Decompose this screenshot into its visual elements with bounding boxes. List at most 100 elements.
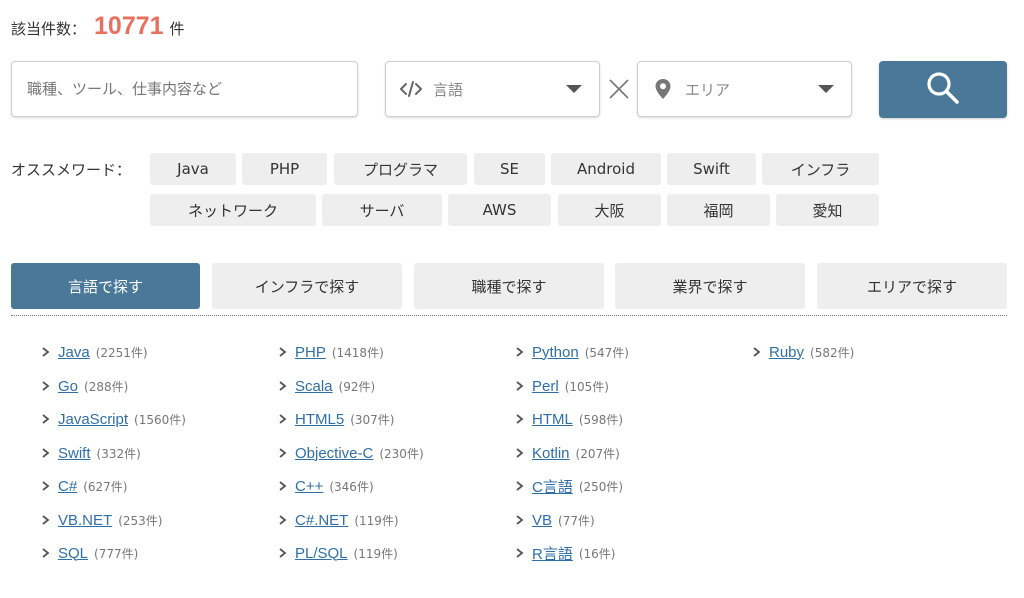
list-item: Kotlin (207件)	[516, 442, 620, 464]
tag-se[interactable]: SE	[474, 153, 545, 185]
language-link[interactable]: HTML	[532, 411, 573, 428]
language-link[interactable]: VB.NET	[58, 512, 112, 529]
language-count: (92件)	[338, 379, 376, 394]
list-item: JavaScript (1560件)	[42, 408, 186, 430]
language-count: (582件)	[810, 345, 855, 360]
area-select-label: エリア	[685, 80, 731, 99]
language-link[interactable]: Go	[58, 378, 78, 395]
chevron-right-icon	[516, 448, 526, 458]
list-item: Java (2251件)	[42, 341, 148, 363]
tag-php[interactable]: PHP	[242, 153, 327, 185]
chevron-right-icon	[279, 548, 289, 558]
language-link[interactable]: Scala	[295, 378, 333, 395]
list-item: Objective-C (230件)	[279, 442, 424, 464]
language-count: (777件)	[94, 546, 139, 561]
language-count: (253件)	[118, 513, 163, 528]
tag-osaka[interactable]: 大阪	[558, 194, 661, 226]
search-button[interactable]	[879, 61, 1007, 118]
list-item: Scala (92件)	[279, 375, 375, 397]
chevron-right-icon	[753, 347, 763, 357]
tag-swift[interactable]: Swift	[667, 153, 756, 185]
list-item: HTML (598件)	[516, 408, 623, 430]
language-count: (288件)	[84, 379, 129, 394]
language-count: (2251件)	[95, 345, 148, 360]
chevron-right-icon	[279, 515, 289, 525]
result-count: 該当件数： 10771 件	[11, 12, 185, 46]
list-item: HTML5 (307件)	[279, 408, 394, 430]
list-item: C言語 (250件)	[516, 475, 623, 497]
list-item: PL/SQL (119件)	[279, 542, 398, 564]
keyword-input[interactable]	[27, 80, 357, 98]
tab-area[interactable]: エリアで探す	[817, 263, 1007, 309]
language-select[interactable]: 言語	[385, 61, 600, 117]
language-link[interactable]: PL/SQL	[295, 545, 348, 562]
chevron-right-icon	[279, 481, 289, 491]
chevron-down-icon	[566, 85, 582, 93]
language-link[interactable]: C++	[295, 478, 323, 495]
tag-fukuoka[interactable]: 福岡	[667, 194, 770, 226]
tab-industry[interactable]: 業界で探す	[615, 263, 805, 309]
list-item: C#.NET (119件)	[279, 509, 399, 531]
language-link[interactable]: Java	[58, 344, 90, 361]
language-count: (105件)	[564, 379, 609, 394]
tag-aws[interactable]: AWS	[448, 194, 551, 226]
keyword-field[interactable]	[11, 61, 358, 117]
list-item: Python (547件)	[516, 341, 629, 363]
chevron-right-icon	[279, 448, 289, 458]
tab-infra[interactable]: インフラで探す	[212, 263, 402, 309]
language-link[interactable]: VB	[532, 512, 552, 529]
chevron-right-icon	[42, 515, 52, 525]
language-link[interactable]: Swift	[58, 445, 91, 462]
language-link[interactable]: Ruby	[769, 344, 804, 361]
result-count-value: 10771	[94, 12, 164, 40]
list-item: PHP (1418件)	[279, 341, 384, 363]
language-link[interactable]: C#	[58, 478, 77, 495]
language-link[interactable]: Perl	[532, 378, 559, 395]
result-count-unit: 件	[169, 20, 185, 38]
tag-server[interactable]: サーバ	[322, 194, 442, 226]
list-item: Swift (332件)	[42, 442, 141, 464]
tag-java[interactable]: Java	[150, 153, 236, 185]
language-link[interactable]: C言語	[532, 476, 573, 497]
language-link[interactable]: Kotlin	[532, 445, 570, 462]
language-link[interactable]: Objective-C	[295, 445, 373, 462]
times-icon	[606, 76, 632, 102]
tag-aichi[interactable]: 愛知	[776, 194, 879, 226]
chevron-right-icon	[42, 548, 52, 558]
chevron-right-icon	[516, 548, 526, 558]
language-count: (250件)	[578, 479, 624, 494]
chevron-right-icon	[279, 347, 289, 357]
language-link[interactable]: PHP	[295, 344, 326, 361]
tab-job-type[interactable]: 職種で探す	[414, 263, 604, 309]
language-link[interactable]: JavaScript	[58, 411, 128, 428]
language-link[interactable]: C#.NET	[295, 512, 348, 529]
language-count: (627件)	[83, 479, 128, 494]
chevron-right-icon	[516, 381, 526, 391]
chevron-right-icon	[42, 347, 52, 357]
chevron-right-icon	[516, 481, 526, 491]
tag-android[interactable]: Android	[551, 153, 661, 185]
list-item: VB (77件)	[516, 509, 595, 531]
language-link[interactable]: Python	[532, 344, 579, 361]
chevron-right-icon	[42, 448, 52, 458]
language-link[interactable]: HTML5	[295, 411, 344, 428]
language-link[interactable]: R言語	[532, 543, 573, 564]
language-count: (119件)	[354, 513, 399, 528]
chevron-right-icon	[516, 347, 526, 357]
list-item: Ruby (582件)	[753, 341, 854, 363]
area-select[interactable]: エリア	[637, 61, 852, 117]
list-item: Go (288件)	[42, 375, 128, 397]
language-link[interactable]: SQL	[58, 545, 88, 562]
chevron-right-icon	[516, 414, 526, 424]
tag-programmer[interactable]: プログラマ	[334, 153, 467, 185]
tag-infra[interactable]: インフラ	[762, 153, 879, 185]
divider	[11, 315, 1007, 316]
chevron-right-icon	[279, 414, 289, 424]
list-item: SQL (777件)	[42, 542, 138, 564]
tag-network[interactable]: ネットワーク	[150, 194, 316, 226]
list-item: C++ (346件)	[279, 475, 374, 497]
tab-language[interactable]: 言語で探す	[11, 263, 200, 309]
language-count: (1560件)	[134, 412, 186, 427]
chevron-right-icon	[42, 414, 52, 424]
language-count: (346件)	[329, 479, 374, 494]
